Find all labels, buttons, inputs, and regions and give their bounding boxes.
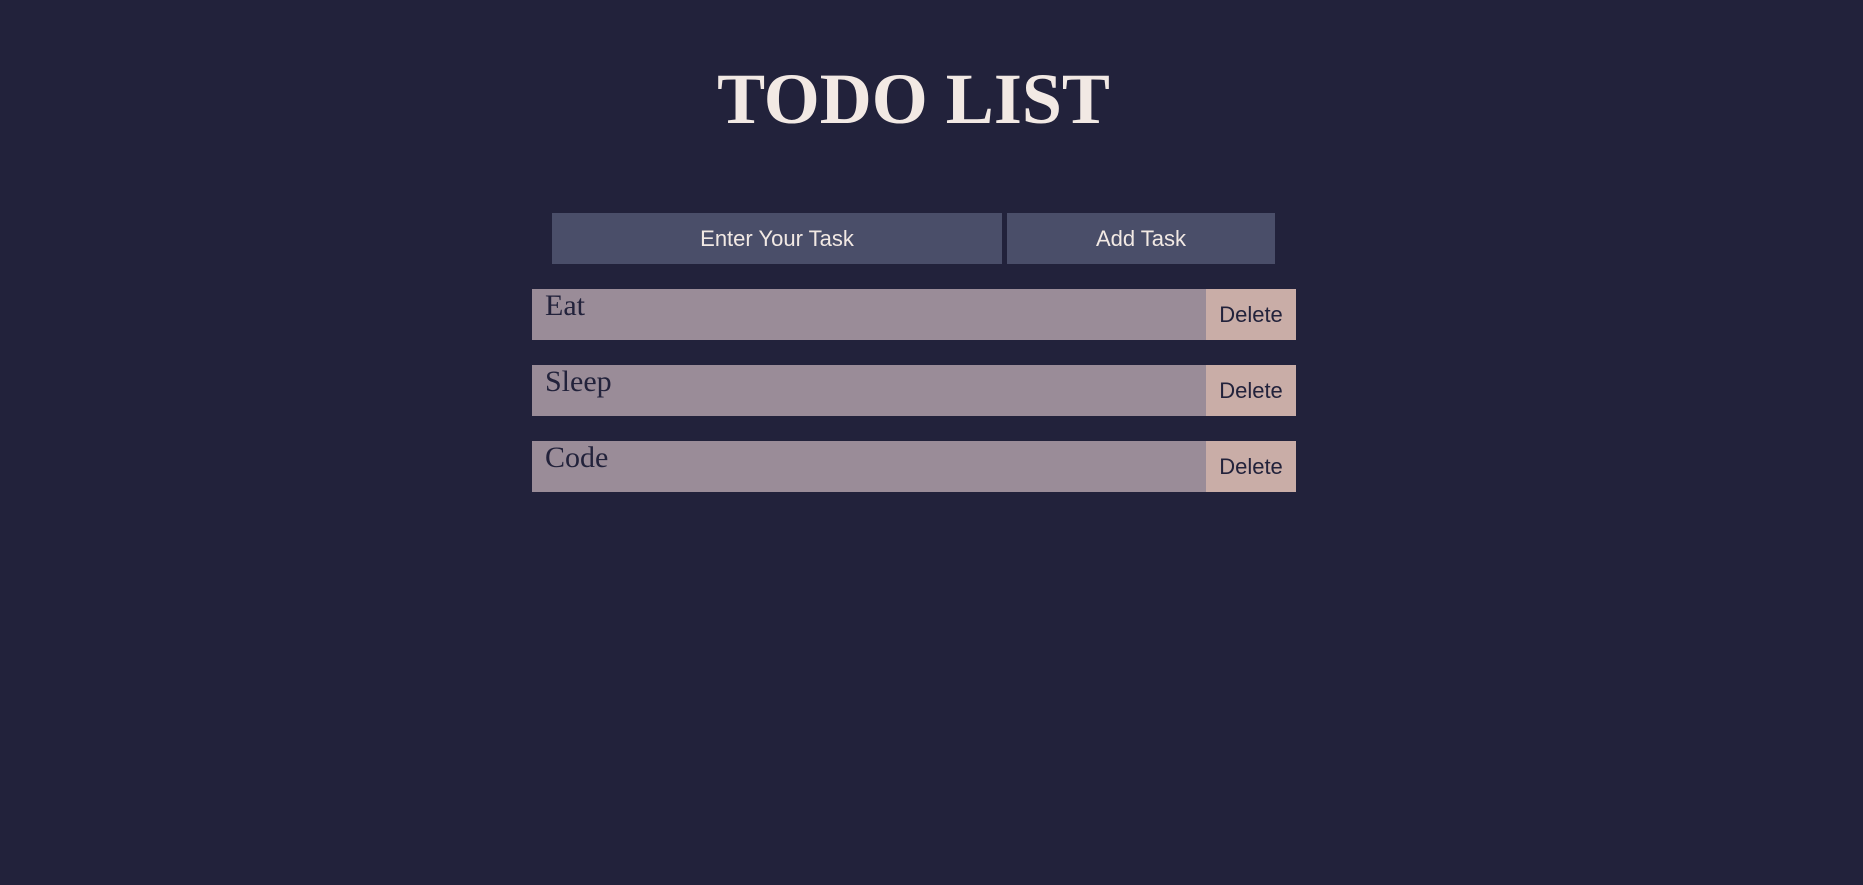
task-text: Sleep (532, 365, 1206, 416)
task-item: Eat Delete (532, 289, 1296, 340)
delete-button[interactable]: Delete (1206, 289, 1296, 340)
add-task-button[interactable]: Add Task (1007, 213, 1275, 264)
delete-button[interactable]: Delete (1206, 441, 1296, 492)
task-input[interactable] (552, 213, 1002, 264)
task-item: Code Delete (532, 441, 1296, 492)
task-text: Eat (532, 289, 1206, 340)
task-item: Sleep Delete (532, 365, 1296, 416)
page-title: TODO LIST (717, 59, 1110, 139)
delete-button[interactable]: Delete (1206, 365, 1296, 416)
task-text: Code (532, 441, 1206, 492)
task-list: Eat Delete Sleep Delete Code Delete (532, 289, 1296, 517)
